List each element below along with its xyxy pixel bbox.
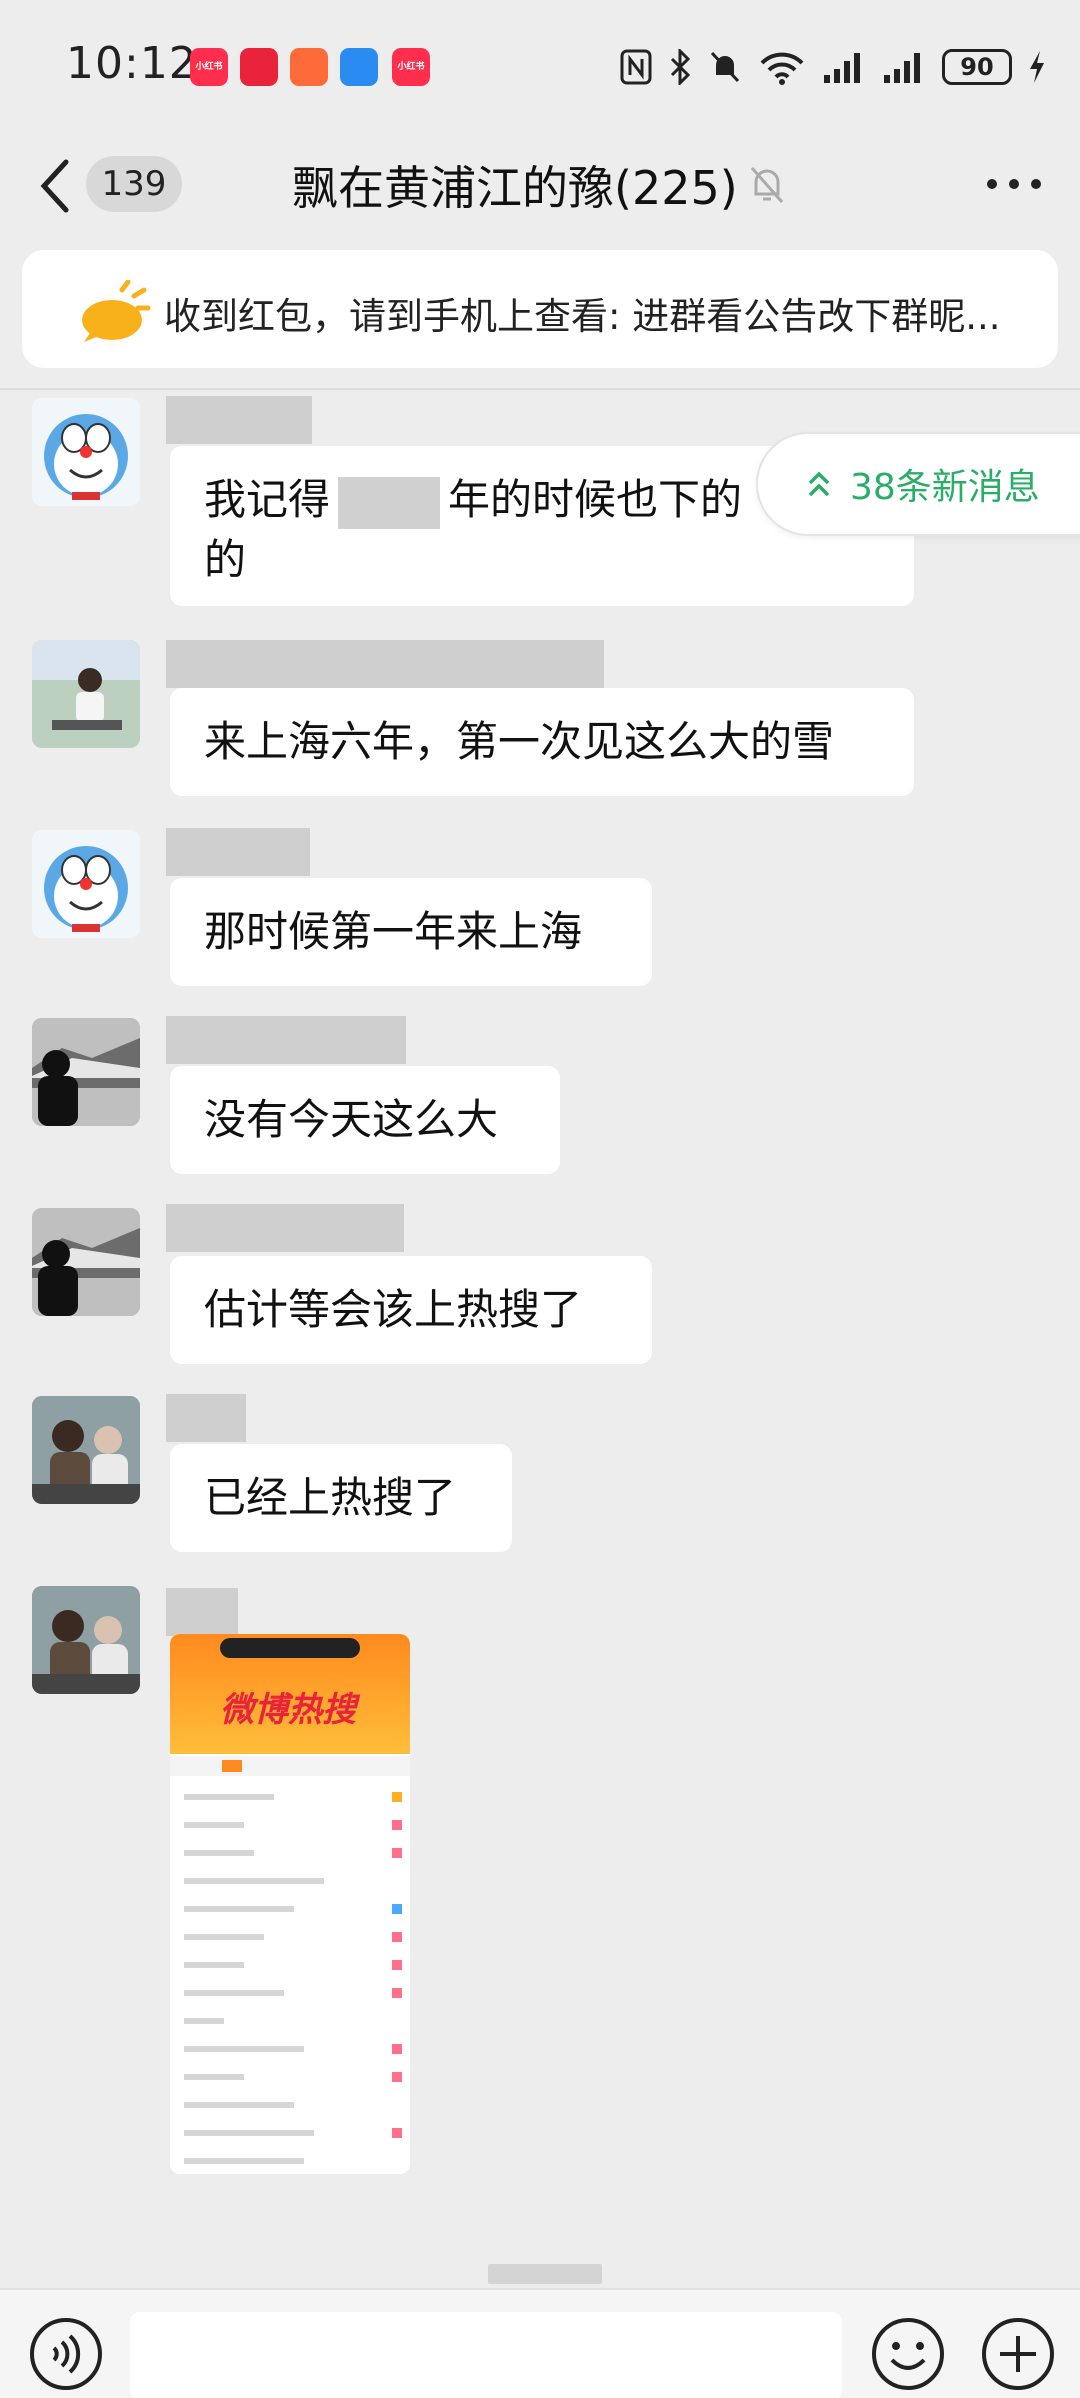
double-chevron-up-icon xyxy=(808,471,830,497)
sender-name-redacted xyxy=(166,1204,404,1252)
avatar[interactable] xyxy=(32,1586,140,1694)
message-text: 的 xyxy=(204,535,247,584)
nfc-icon xyxy=(620,49,652,85)
mute-bell-icon xyxy=(710,51,740,83)
emoji-icon[interactable] xyxy=(870,2316,946,2392)
message-input[interactable] xyxy=(130,2312,842,2398)
mute-notifications-icon xyxy=(750,167,784,203)
status-bar: 10:12 小红书 小红书 90 xyxy=(0,0,1080,130)
new-messages-label: 38条新消息 xyxy=(850,467,1040,508)
sender-name-redacted xyxy=(166,640,604,688)
sender-name-redacted xyxy=(166,1394,246,1442)
xiaohongshu-notification-icon: 小红书 xyxy=(392,48,430,86)
more-options-icon[interactable] xyxy=(984,174,1044,194)
system-icons: 90 xyxy=(620,42,1046,92)
message-bubble[interactable]: 来上海六年，第一次见这么大的雪 xyxy=(170,688,914,796)
chat-header: 139 飘在黄浦江的豫(225) xyxy=(0,130,1080,240)
sender-name-redacted xyxy=(166,1588,238,1636)
image-title: 微博热搜 xyxy=(220,1690,356,1730)
avatar[interactable] xyxy=(32,398,140,506)
app-notification-icon xyxy=(290,48,328,86)
sender-name-redacted xyxy=(166,396,312,444)
message-text: 来上海六年，第一次见这么大的雪 xyxy=(204,717,835,766)
megaphone-icon xyxy=(82,280,151,342)
message-bubble[interactable]: 那时候第一年来上海 xyxy=(170,878,652,986)
message-input-bar xyxy=(0,2288,1080,2398)
signal-icon xyxy=(824,53,860,83)
avatar[interactable] xyxy=(32,1018,140,1126)
message-text: 已经上热搜了 xyxy=(204,1473,457,1522)
charging-icon xyxy=(1030,51,1044,83)
new-messages-button[interactable]: 38条新消息 xyxy=(756,432,1080,536)
redacted-text xyxy=(338,476,441,529)
back-arrow-icon[interactable] xyxy=(36,156,76,216)
message-bubble[interactable]: 没有今天这么大 xyxy=(170,1066,560,1174)
sender-name-redacted xyxy=(166,828,310,876)
message-text: 没有今天这么大 xyxy=(204,1095,499,1144)
wifi-icon xyxy=(760,52,804,85)
avatar[interactable] xyxy=(32,1208,140,1316)
chat-title: 飘在黄浦江的豫(225) xyxy=(292,161,738,215)
battery-indicator: 90 xyxy=(942,49,1012,85)
message-text: 那时候第一年来上海 xyxy=(204,907,583,956)
avatar[interactable] xyxy=(32,1396,140,1504)
app-notification-icon xyxy=(340,48,378,86)
message-text: 年的时候也下的 xyxy=(448,475,743,524)
bluetooth-icon xyxy=(670,49,691,85)
app-notification-icon xyxy=(240,48,278,86)
status-time: 10:12 xyxy=(66,38,198,89)
divider xyxy=(0,388,1080,390)
group-notice-banner[interactable]: 收到红包，请到手机上查看: 进群看公告改下群昵... xyxy=(22,250,1058,368)
unread-count-badge[interactable]: 139 xyxy=(86,156,182,212)
message-text: 估计等会该上热搜了 xyxy=(204,1285,583,1334)
avatar[interactable] xyxy=(32,640,140,748)
signal-icon xyxy=(884,53,920,83)
scroll-indicator xyxy=(488,2264,602,2284)
group-notice-text: 收到红包，请到手机上查看: 进群看公告改下群昵... xyxy=(164,295,1001,338)
plus-icon[interactable] xyxy=(980,2316,1056,2392)
sender-name-redacted xyxy=(166,1016,406,1064)
image-message-thumbnail[interactable]: 微博热搜 xyxy=(170,1634,410,2174)
voice-input-icon[interactable] xyxy=(28,2316,104,2392)
avatar[interactable] xyxy=(32,830,140,938)
message-bubble[interactable]: 已经上热搜了 xyxy=(170,1444,512,1552)
message-bubble[interactable]: 估计等会该上热搜了 xyxy=(170,1256,652,1364)
message-text: 我记得 xyxy=(204,475,331,524)
xiaohongshu-notification-icon: 小红书 xyxy=(190,48,228,86)
